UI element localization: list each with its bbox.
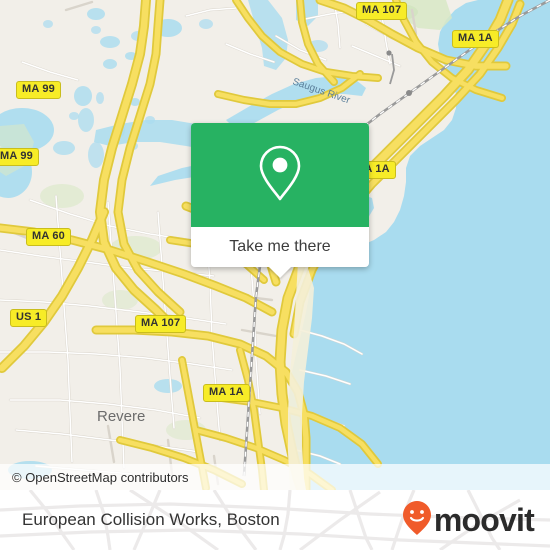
road-shield: MA 99 <box>0 148 39 166</box>
road-shield: US 1 <box>10 309 48 327</box>
place-title: European Collision Works, Boston <box>22 510 280 529</box>
road-shield: MA 60 <box>26 228 71 246</box>
map-attribution-bar: © OpenStreetMap contributors <box>0 464 550 490</box>
moovit-smiley-pin-icon <box>402 500 432 541</box>
popup-footer[interactable]: Take me there <box>191 227 369 278</box>
osm-attribution-text[interactable]: © OpenStreetMap contributors <box>12 470 189 485</box>
road-shield: MA 107 <box>356 2 408 20</box>
road-shield: MA 1A <box>203 384 250 402</box>
footer-content: European Collision Works, Boston moovit <box>0 490 550 550</box>
map-screenshot: Saugus River MA 107 MA 1A MA 99 MA 99 MA 1A M… <box>0 0 550 550</box>
take-me-there-button[interactable]: Take me there <box>229 238 330 256</box>
page-footer: European Collision Works, Boston moovit <box>0 490 550 550</box>
place-label: Revere <box>97 408 146 425</box>
moovit-logo[interactable]: moovit <box>402 500 535 541</box>
destination-popup-card[interactable]: Take me there <box>191 123 369 278</box>
road-shield: MA 99 <box>16 81 61 99</box>
popup-header <box>191 123 369 227</box>
map-pin-icon <box>257 144 303 207</box>
popup-tail-pointer <box>268 266 292 278</box>
road-shield: MA 107 <box>135 315 187 333</box>
moovit-wordmark: moovit <box>433 502 535 538</box>
road-shield: MA 1A <box>452 30 499 48</box>
